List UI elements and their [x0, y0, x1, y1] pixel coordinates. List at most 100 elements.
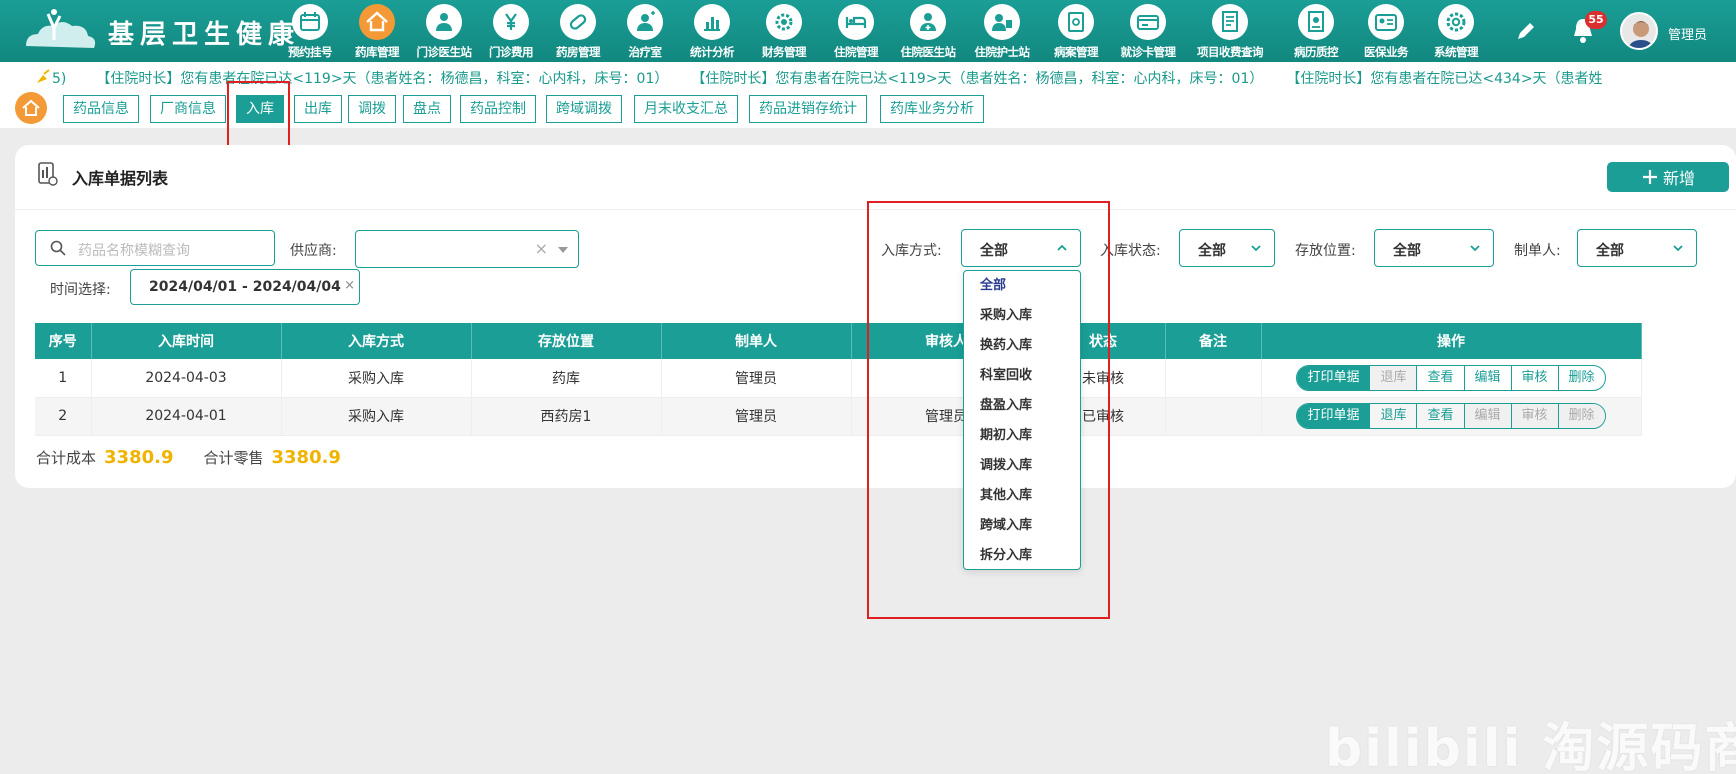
- maker-select[interactable]: 全部: [1577, 229, 1697, 267]
- dropdown-option[interactable]: 跨域入库: [964, 511, 1080, 541]
- inbound-method-dropdown: 全部 采购入库 换药入库 科室回收 盘盈入库 期初入库 调拨入库 其他入库 跨域入库 拆分入库: [963, 270, 1081, 570]
- new-button[interactable]: 新增: [1607, 162, 1729, 192]
- column-header: 操作: [1261, 323, 1642, 359]
- subtab-1[interactable]: 厂商信息: [150, 95, 226, 123]
- doctor-icon: [426, 4, 462, 40]
- dropdown-option[interactable]: 拆分入库: [964, 541, 1080, 571]
- subtab-2[interactable]: 入库: [236, 95, 284, 123]
- row-actions: 打印单据 退库 查看 编辑 审核 删除: [1296, 403, 1606, 429]
- dropdown-option[interactable]: 科室回收: [964, 361, 1080, 391]
- card-title: 入库单据列表: [72, 169, 169, 188]
- home-button[interactable]: [15, 92, 47, 124]
- module-8[interactable]: 住院管理: [816, 4, 896, 60]
- plus-icon: [1642, 170, 1657, 184]
- dropdown-option[interactable]: 采购入库: [964, 301, 1080, 331]
- dropdown-option[interactable]: 换药入库: [964, 331, 1080, 361]
- sub-nav: 药品信息 厂商信息 入库 出库 调拨 盘点 药品控制 跨域调拨 月末收支汇总 药品进销存统计 药库业…: [0, 92, 1736, 128]
- module-label: 医保业务: [1364, 45, 1409, 59]
- inbound-method-select[interactable]: 全部: [961, 229, 1081, 267]
- module-14[interactable]: 病历质控: [1276, 4, 1356, 60]
- column-header: 备注: [1165, 323, 1262, 359]
- module-11[interactable]: 病案管理: [1036, 4, 1116, 60]
- module-10[interactable]: 住院护士站: [962, 4, 1042, 60]
- inbound-status-value: 全部: [1198, 243, 1226, 259]
- cell-no: 2: [35, 397, 92, 436]
- module-label: 住院管理: [834, 45, 879, 59]
- row-action-button[interactable]: 打印单据: [1297, 404, 1371, 428]
- subtab-3[interactable]: 出库: [294, 95, 342, 123]
- column-header: 存放位置: [471, 323, 662, 359]
- row-action-button[interactable]: 查看: [1417, 404, 1465, 428]
- edit-pen-icon[interactable]: [1515, 20, 1537, 42]
- subtab-6[interactable]: 药品控制: [460, 95, 536, 123]
- subtab-9[interactable]: 药品进销存统计: [749, 95, 867, 123]
- subtab-10[interactable]: 药库业务分析: [880, 95, 984, 123]
- search-placeholder: 药品名称模糊查询: [78, 243, 190, 259]
- totals-bar: 合计成本 3380.9 合计零售 3380.9: [36, 447, 371, 468]
- subtab-5[interactable]: 盘点: [403, 95, 451, 123]
- dropdown-option[interactable]: 其他入库: [964, 481, 1080, 511]
- module-label: 财务管理: [762, 45, 807, 59]
- row-action-button[interactable]: 审核: [1512, 365, 1559, 390]
- cell-no: 1: [35, 359, 92, 398]
- cell-maker: 管理员: [661, 359, 852, 398]
- module-7[interactable]: 财务管理: [744, 4, 824, 60]
- cell-location: 西药房1: [471, 397, 662, 436]
- notice-ticker: 5) 【住院时长】您有患者在院已达<119>天（患者姓名：杨德昌，科室：心内科，床…: [0, 62, 1736, 92]
- chevron-down-icon: [1470, 245, 1480, 252]
- subtab-7[interactable]: 跨域调拨: [546, 95, 622, 123]
- watermark: bilibili 淘源码商城: [1325, 719, 1736, 774]
- cell-time: 2024-04-01: [91, 397, 282, 436]
- maker-label: 制单人:: [1514, 243, 1561, 259]
- row-action-button[interactable]: 删除: [1559, 366, 1605, 390]
- inbound-status-label: 入库状态:: [1100, 243, 1161, 259]
- ticker-text: 5) 【住院时长】您有患者在院已达<119>天（患者姓名：杨德昌，科室：心内科，床…: [52, 68, 1633, 88]
- module-6[interactable]: 统计分析: [672, 4, 752, 60]
- total-cost-value: 3380.9: [104, 447, 174, 468]
- row-action-button[interactable]: 编辑: [1465, 365, 1512, 390]
- bar-chart-icon: [694, 4, 730, 40]
- total-retail-value: 3380.9: [271, 447, 341, 468]
- cell-note: [1165, 397, 1262, 436]
- dropdown-option[interactable]: 全部: [964, 271, 1080, 301]
- module-13[interactable]: 项目收费查询: [1190, 4, 1270, 60]
- username[interactable]: 管理员: [1668, 24, 1707, 43]
- home-icon: [22, 99, 40, 116]
- subtab-0[interactable]: 药品信息: [63, 95, 139, 123]
- column-header: 入库方式: [281, 323, 472, 359]
- inbound-status-select[interactable]: 全部: [1179, 229, 1275, 267]
- dropdown-option[interactable]: 期初入库: [964, 421, 1080, 451]
- clear-icon[interactable]: ×: [535, 239, 548, 258]
- row-action-button[interactable]: 退库: [1370, 404, 1418, 428]
- avatar[interactable]: [1620, 12, 1658, 50]
- supplier-select[interactable]: ×: [355, 230, 579, 268]
- row-action-button[interactable]: 查看: [1417, 365, 1465, 390]
- insurance-card-icon: [1368, 4, 1404, 40]
- supplier-label: 供应商:: [290, 243, 337, 259]
- storage-location-value: 全部: [1393, 243, 1421, 259]
- date-clear-icon[interactable]: ×: [344, 278, 355, 293]
- row-action-button[interactable]: 打印单据: [1297, 365, 1371, 390]
- dropdown-option[interactable]: 调拨入库: [964, 451, 1080, 481]
- date-range-picker[interactable]: 2024/04/01 - 2024/04/04 ×: [130, 269, 360, 305]
- column-header: 序号: [35, 323, 92, 359]
- subtab-8[interactable]: 月末收支汇总: [634, 95, 738, 123]
- date-range-value: 2024/04/01 - 2024/04/04: [149, 279, 341, 295]
- module-15[interactable]: 医保业务: [1346, 4, 1426, 60]
- yen-icon: [493, 4, 529, 40]
- storage-location-select[interactable]: 全部: [1374, 229, 1494, 267]
- ticker-item[interactable]: 【住院时长】您有患者在院已达<434>天（患者姓: [1293, 71, 1602, 87]
- ticker-item[interactable]: 【住院时长】您有患者在院已达<119>天（患者姓名：杨德昌，科室：心内科，床号：…: [698, 71, 1263, 87]
- module-16[interactable]: 系统管理: [1416, 4, 1496, 60]
- top-nav: 基层卫生健康 预约挂号 药库管理 门诊医生站 门诊费用 药房管理 治疗室 统计分析 财务管理住…: [0, 0, 1736, 62]
- chevron-down-icon: [1251, 245, 1261, 252]
- ticker-item[interactable]: 【住院时长】您有患者在院已达<119>天（患者姓名：杨德昌，科室：心内科，床号：…: [96, 71, 668, 87]
- inbound-list-card: 入库单据列表 新增 药品名称模糊查询 供应商: × 入库方式: 全部 入库状态:…: [15, 145, 1736, 488]
- module-12[interactable]: 就诊卡管理: [1108, 4, 1188, 60]
- module-9[interactable]: 住院医生站: [888, 4, 968, 60]
- total-retail-label: 合计零售: [203, 449, 264, 467]
- dropdown-option[interactable]: 盘盈入库: [964, 391, 1080, 421]
- drug-name-search-input[interactable]: 药品名称模糊查询: [35, 230, 275, 266]
- subtab-4[interactable]: 调拨: [348, 95, 396, 123]
- cell-maker: 管理员: [661, 397, 852, 436]
